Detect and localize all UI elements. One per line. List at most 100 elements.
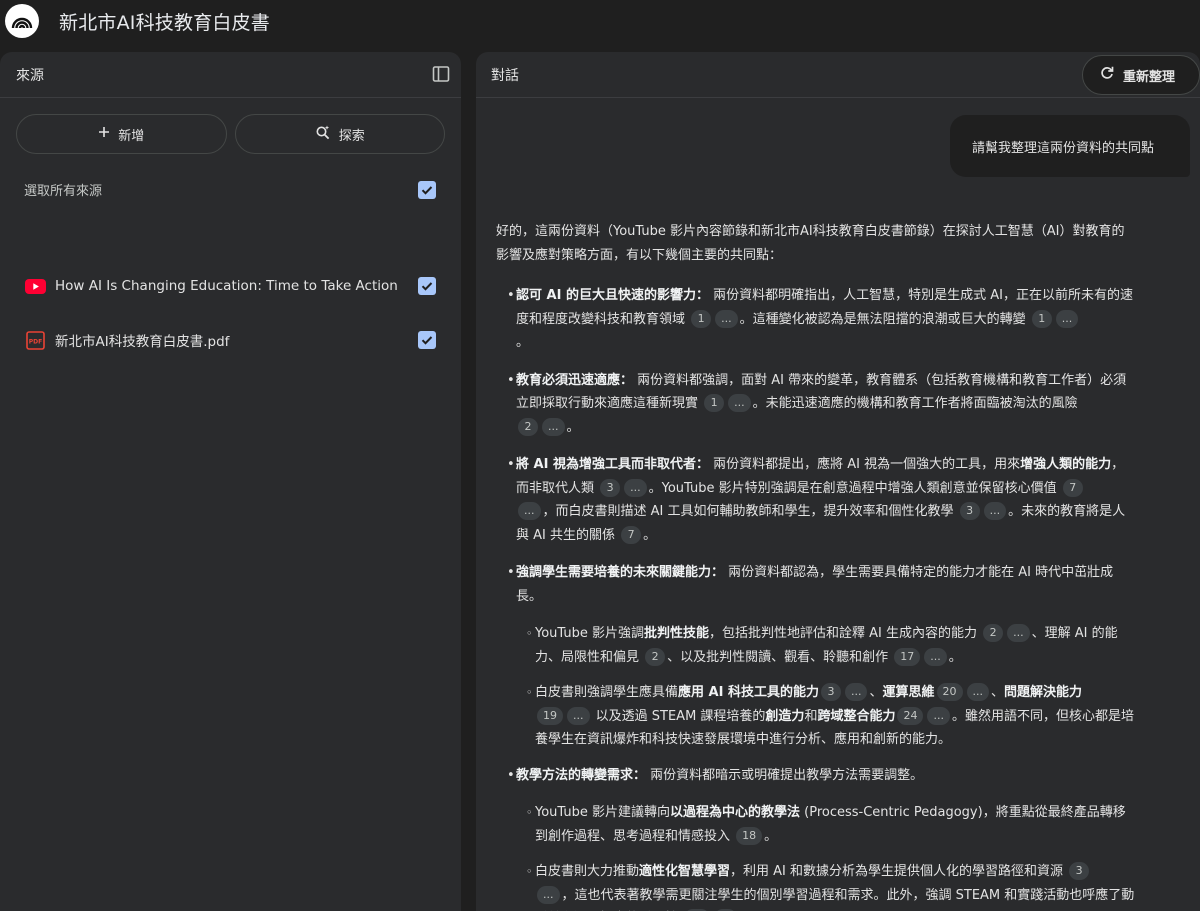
answer-text: 、以及批判性閱讀、觀看、聆聽和創作 (667, 649, 893, 665)
citation-chip[interactable]: ... (927, 706, 950, 725)
citation-chip[interactable]: ... (567, 706, 590, 725)
sub-list-item: 白皮書則大力推動適性化智慧學習，利用 AI 和數據分析為學生提供個人化的學習路徑… (496, 860, 1136, 911)
list-item: 強調學生需要培養的未來關鍵能力： 兩份資料都認為，學生需要具備特定的能力才能在 … (496, 561, 1136, 608)
citation-chip[interactable]: 7 (621, 525, 642, 544)
citation-chip[interactable]: ... (542, 417, 565, 436)
citation-chip[interactable]: 3 (600, 478, 621, 497)
citation-chip[interactable]: ... (624, 478, 647, 497)
citation-chip[interactable]: 2 (518, 417, 538, 436)
citation-chip[interactable]: 3 (820, 683, 841, 701)
answer-text: 、 (869, 685, 883, 700)
answer-emphasis: 增強人類的能力 (1020, 457, 1112, 472)
source-name: How AI Is Changing Education: Time to Ta… (55, 278, 398, 294)
answer-emphasis: 問題解決能力 (1004, 685, 1083, 700)
answer-text: 。 (566, 419, 580, 435)
add-source-label: 新增 (118, 128, 145, 144)
citation-chip[interactable]: ... (966, 683, 989, 701)
citation-chip[interactable]: 2 (983, 624, 1004, 642)
citation-chip[interactable]: 19 (537, 706, 563, 725)
source-item-youtube[interactable]: How AI Is Changing Education: Time to Ta… (24, 274, 436, 298)
citation-chip[interactable]: ... (1055, 309, 1079, 328)
list-item: 認可 AI 的巨大且快速的影響力： 兩份資料都明確指出，人工智慧，特別是生成式 … (496, 284, 1136, 355)
user-message-text: 請幫我整理這兩份資料的共同點 (972, 140, 1155, 156)
citation-chip[interactable]: ... (924, 647, 947, 666)
source-checkbox[interactable] (418, 277, 436, 295)
answer-intro: 好的，這兩份資料（YouTube 影片內容節錄和新北市AI科技教育白皮書節錄）在… (496, 224, 1125, 263)
youtube-icon (24, 277, 46, 295)
user-message-bubble: 請幫我整理這兩份資料的共同點 (950, 115, 1190, 177)
search-sparkle-icon (315, 124, 331, 144)
assistant-answer: 好的，這兩份資料（YouTube 影片內容節錄和新北市AI科技教育白皮書節錄）在… (496, 220, 1136, 911)
answer-text: 兩份資料都提出，應將 AI 視為一個強大的工具，用來 (708, 457, 1021, 472)
list-item: 將 AI 視為增強工具而非取代者： 兩份資料都提出，應將 AI 視為一個強大的工… (496, 453, 1136, 547)
citation-chip[interactable]: 20 (936, 683, 963, 701)
answer-text: 。未能迅速適應的機構和教育工作者將面臨被淘汰的風險 (752, 396, 1078, 411)
citation-chip[interactable]: 1 (1031, 309, 1052, 328)
top-bar: 新北市AI科技教育白皮書 (0, 0, 1200, 44)
citation-chip[interactable]: 1 (691, 309, 712, 328)
sub-list-item: 白皮書則強調學生應具備應用 AI 科技工具的能力3...、運算思維20...、問… (496, 681, 1136, 752)
bullet-title: 將 AI 視為增強工具而非取代者： (516, 457, 709, 472)
checkbox-checked-icon (421, 336, 433, 345)
citation-chip[interactable]: 18 (736, 826, 763, 845)
citation-chip[interactable]: ... (983, 502, 1007, 520)
chat-header: 對話 重新整理 (476, 52, 1200, 98)
sources-panel: 來源 新增 探索 選取所有來源 How AI Is Changing Educa… (0, 52, 461, 911)
answer-text: ，而白皮書則描述 AI 工具如何輔助教師和學生，提升效率和個性化教學 (542, 504, 958, 519)
answer-text: 白皮書則強調學生應具備 (535, 685, 679, 700)
answer-text: 以及透過 STEAM 課程培養的 (591, 708, 766, 724)
answer-emphasis: 創造力 (765, 708, 805, 724)
explore-label: 探索 (338, 128, 365, 144)
source-item-pdf[interactable]: PDF 新北市AI科技教育白皮書.pdf (24, 328, 436, 352)
sources-title: 來源 (16, 67, 44, 84)
bullet-title: 強調學生需要培養的未來關鍵能力： (516, 565, 725, 580)
citation-chip[interactable]: ... (715, 309, 738, 328)
citation-chip[interactable]: 7 (1062, 478, 1083, 497)
answer-text: YouTube 影片建議轉向 (535, 805, 670, 820)
add-source-button[interactable]: 新增 (16, 114, 227, 154)
citation-chip[interactable]: ... (728, 394, 751, 412)
bullet-title: 教學方法的轉變需求： (516, 767, 647, 783)
citation-chip[interactable]: 17 (894, 647, 921, 666)
sub-list-item: YouTube 影片強調批判性技能，包括批判性地評估和詮釋 AI 生成內容的能力… (496, 622, 1136, 669)
answer-text: 兩份資料都暗示或明確提出教學方法需要調整。 (646, 767, 924, 783)
source-name: 新北市AI科技教育白皮書.pdf (55, 334, 230, 350)
citation-chip[interactable]: 3 (959, 502, 980, 520)
list-item: 教育必須迅速適應： 兩份資料都強調，面對 AI 帶來的變革，教育體系（包括教育機… (496, 369, 1136, 440)
sidebar-collapse-icon[interactable] (431, 64, 451, 84)
answer-emphasis: 跨域整合能力 (817, 708, 896, 724)
citation-chip[interactable]: ... (537, 885, 560, 904)
bullet-title: 認可 AI 的巨大且快速的影響力： (516, 288, 709, 303)
select-all-checkbox[interactable] (418, 180, 436, 199)
citation-chip[interactable]: 2 (645, 647, 666, 666)
chat-panel: 對話 重新整理 請幫我整理這兩份資料的共同點 好的，這兩份資料（YouTube … (476, 52, 1200, 911)
chat-title: 對話 (491, 67, 519, 84)
sources-header: 來源 (0, 52, 461, 98)
citation-chip[interactable]: 1 (704, 394, 725, 412)
sub-list-item: YouTube 影片建議轉向以過程為中心的教學法 (Process-Centri… (496, 801, 1136, 848)
notebook-title[interactable]: 新北市AI科技教育白皮書 (59, 8, 270, 35)
pdf-icon: PDF (24, 330, 46, 350)
answer-emphasis: 運算思維 (882, 685, 935, 700)
explore-sources-button[interactable]: 探索 (234, 114, 445, 154)
citation-chip[interactable]: 24 (897, 706, 924, 725)
source-actions: 新增 探索 (16, 114, 445, 154)
answer-text: 。 (643, 527, 657, 543)
answer-text: 白皮書則大力推動 (535, 864, 640, 879)
checkbox-checked-icon (421, 282, 433, 291)
plus-icon (98, 126, 110, 142)
answer-text: 。YouTube 影片特別強調是在創意過程中增強人類創意並保留核心價值 (648, 480, 1061, 496)
select-all-row: 選取所有來源 (24, 180, 436, 199)
citation-chip[interactable]: ... (1007, 624, 1030, 642)
citation-chip[interactable]: ... (844, 683, 868, 701)
source-checkbox[interactable] (418, 331, 436, 349)
answer-emphasis: 應用 AI 科技工具的能力 (678, 685, 819, 700)
citation-chip[interactable]: ... (518, 502, 541, 520)
list-item: 教學方法的轉變需求： 兩份資料都暗示或明確提出教學方法需要調整。 (496, 764, 1136, 788)
bullet-title: 教育必須迅速適應： (516, 372, 634, 388)
notebook-logo-icon[interactable] (5, 4, 39, 38)
refresh-button[interactable]: 重新整理 (1082, 55, 1200, 95)
citation-chip[interactable]: 3 (1069, 862, 1090, 880)
select-all-label: 選取所有來源 (24, 184, 103, 199)
checkbox-checked-icon (421, 185, 433, 195)
